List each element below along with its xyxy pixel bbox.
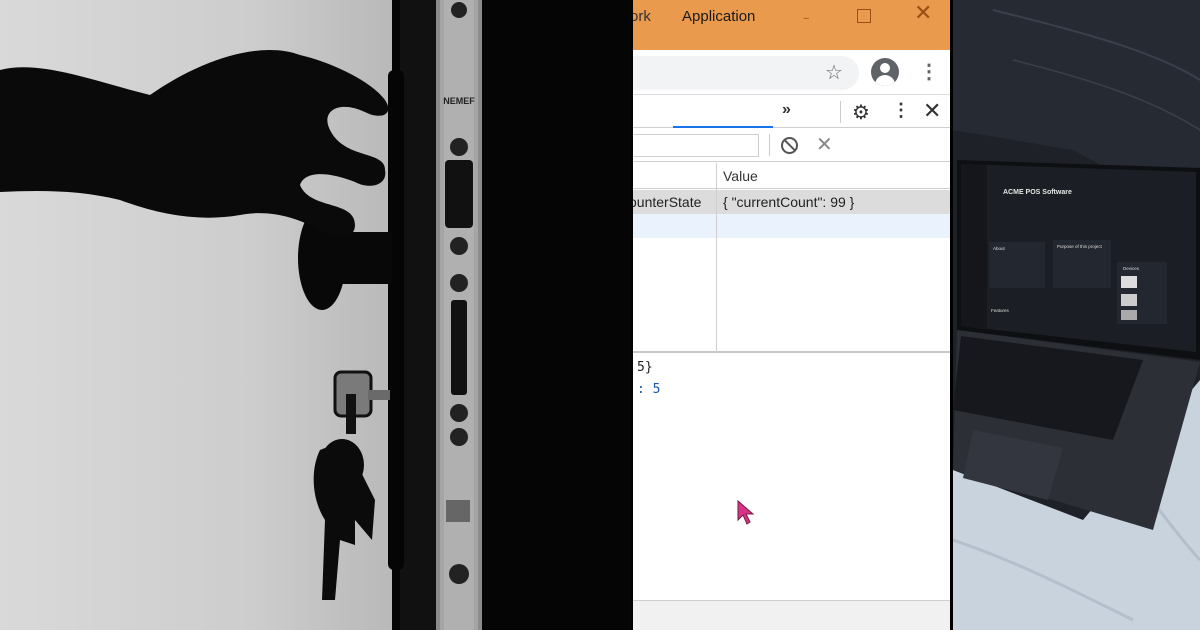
toolbar-divider bbox=[840, 101, 841, 123]
active-tab-indicator bbox=[673, 126, 773, 128]
close-devtools-icon[interactable]: ✕ bbox=[923, 98, 941, 124]
toolbar-divider bbox=[769, 134, 770, 156]
devtools-window: ‒ ✕ ☆ ⋮ ork Application » ⚙ ⋮ ✕ ✕ Value … bbox=[633, 0, 950, 630]
door-photo: NEMEF bbox=[0, 0, 631, 630]
card-title: About bbox=[993, 246, 1005, 251]
value-preview-line: 5} bbox=[637, 360, 653, 375]
table-row-empty[interactable] bbox=[633, 214, 950, 238]
section-label: Features bbox=[991, 308, 1009, 313]
filter-input[interactable] bbox=[633, 134, 759, 157]
column-divider bbox=[716, 163, 717, 353]
row-value: { "currentCount": 99 } bbox=[723, 194, 855, 210]
clear-all-icon[interactable] bbox=[781, 137, 798, 154]
bookmark-star-icon[interactable]: ☆ bbox=[825, 60, 843, 85]
app-title: ACME POS Software bbox=[1003, 189, 1072, 196]
close-window-button[interactable]: ✕ bbox=[914, 3, 932, 25]
mouse-cursor-icon bbox=[737, 500, 755, 525]
lock-brand-label: NEMEF bbox=[443, 96, 475, 106]
maximize-button[interactable] bbox=[857, 9, 871, 23]
more-tabs-icon[interactable]: » bbox=[782, 101, 791, 119]
devtools-menu-icon[interactable]: ⋮ bbox=[892, 100, 910, 121]
browser-menu-icon[interactable]: ⋮ bbox=[919, 58, 939, 86]
minimize-button[interactable]: ‒ bbox=[803, 8, 809, 30]
card-title: Purpose of this project bbox=[1057, 244, 1102, 249]
laptop-on-bed-image bbox=[953, 0, 1200, 630]
card-title: Devices bbox=[1123, 266, 1140, 271]
value-preview-line: : 5 bbox=[637, 382, 661, 397]
profile-avatar-icon[interactable] bbox=[871, 58, 899, 86]
row-key: ounterState bbox=[633, 194, 702, 210]
browser-toolbar bbox=[633, 50, 950, 95]
tab-network[interactable]: ork bbox=[633, 8, 651, 25]
value-column-header[interactable]: Value bbox=[723, 168, 758, 184]
settings-gear-icon[interactable]: ⚙ bbox=[852, 100, 870, 125]
door-silhouette-image: NEMEF bbox=[0, 0, 631, 630]
delete-selected-icon[interactable]: ✕ bbox=[816, 132, 833, 157]
status-bar bbox=[633, 600, 950, 630]
laptop-photo: ACME POS Software About Purpose of this … bbox=[953, 0, 1200, 630]
window-titlebar bbox=[633, 0, 950, 50]
table-header bbox=[633, 163, 950, 189]
tab-application[interactable]: Application bbox=[682, 8, 755, 25]
